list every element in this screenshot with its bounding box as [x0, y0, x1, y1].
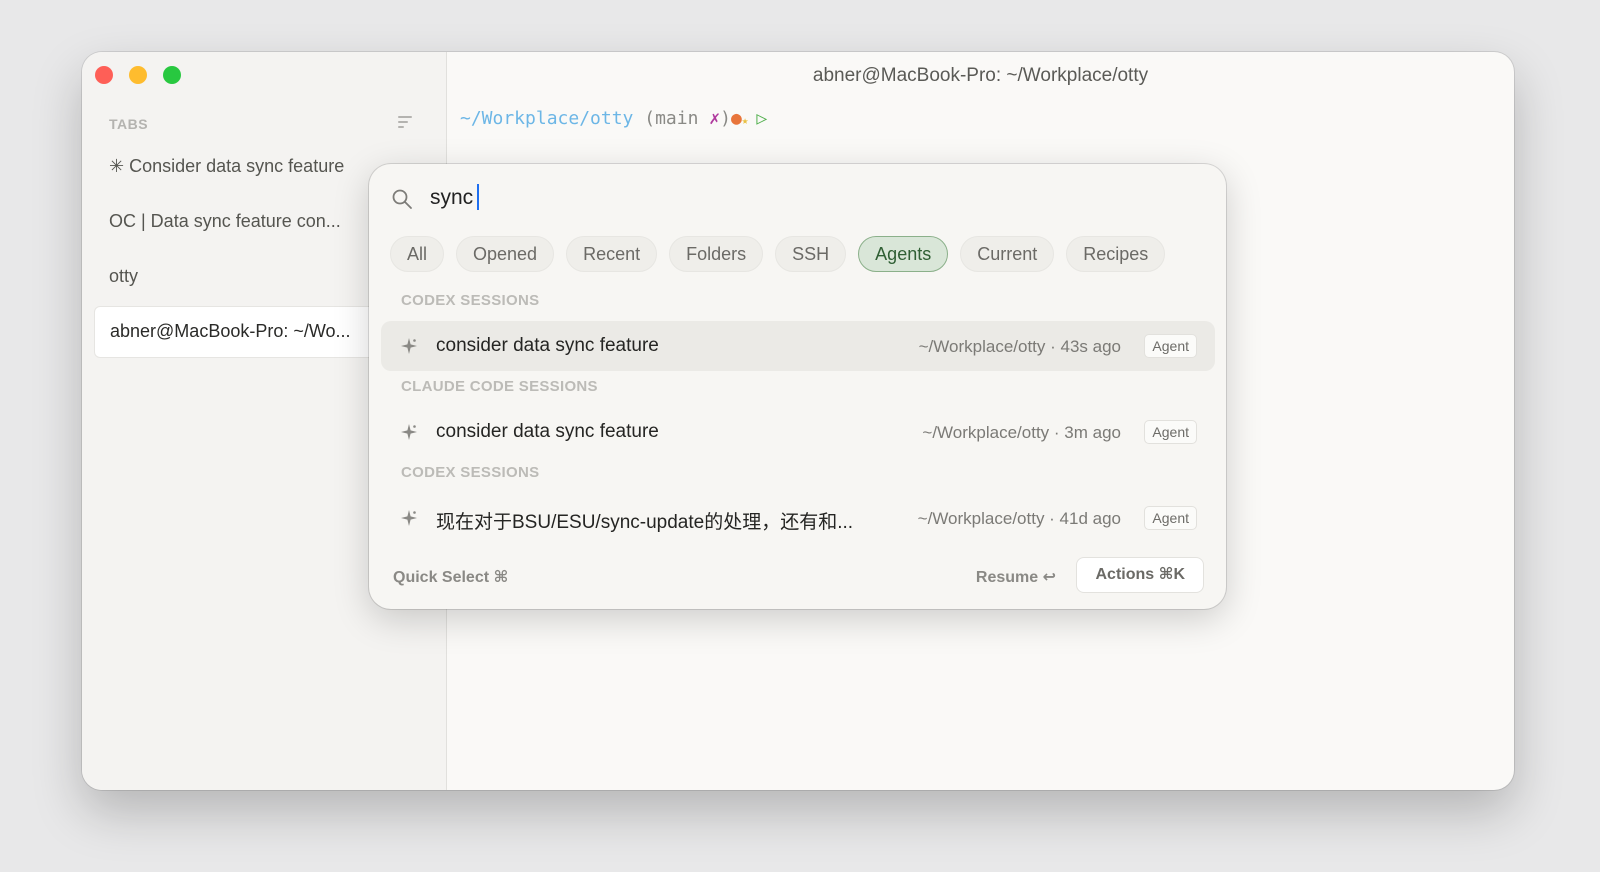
search-icon	[392, 189, 412, 209]
zoom-window-button[interactable]	[163, 66, 181, 84]
filter-chip-recipes[interactable]: Recipes	[1066, 236, 1166, 272]
agent-badge: Agent	[1144, 420, 1197, 444]
session-meta: ~/Workplace/otty · 3m ago	[922, 423, 1121, 442]
resume-button[interactable]: Resume ↩	[976, 567, 1056, 587]
filter-chip-current[interactable]: Current	[960, 236, 1055, 272]
section-label-claude-code: CLAUDE CODE SESSIONS	[401, 378, 598, 395]
prompt-path: ~/Workplace/otty	[460, 108, 634, 129]
session-title: consider data sync feature	[436, 335, 659, 356]
minimize-window-button[interactable]	[129, 66, 147, 84]
prompt-status-dot: ●	[730, 108, 742, 129]
search-input[interactable]	[430, 182, 830, 214]
command-palette: All Opened Recent Folders SSH Agents Cur…	[369, 164, 1226, 609]
sidebar-tab-active-label: abner@MacBook-Pro: ~/Wo...	[110, 321, 351, 341]
session-title: consider data sync feature	[436, 421, 659, 442]
actions-button[interactable]: Actions ⌘K	[1076, 557, 1204, 593]
prompt-branch-close: )	[720, 108, 731, 129]
sparkle-icon	[401, 510, 417, 526]
sparkle-icon	[401, 424, 417, 440]
quick-select-hint: Quick Select ⌘	[393, 569, 509, 586]
session-row[interactable]: consider data sync feature ~/Workplace/o…	[381, 407, 1215, 457]
agent-badge: Agent	[1144, 334, 1197, 358]
filter-chip-recent[interactable]: Recent	[566, 236, 658, 272]
section-label-codex: CODEX SESSIONS	[401, 464, 540, 481]
section-label-codex: CODEX SESSIONS	[401, 292, 540, 309]
filter-chip-ssh[interactable]: SSH	[775, 236, 847, 272]
text-caret	[477, 184, 479, 210]
prompt-star-icon: ★	[741, 114, 749, 127]
filter-chip-folders[interactable]: Folders	[669, 236, 764, 272]
prompt-branch-open: (main	[633, 108, 710, 129]
window-title: abner@MacBook-Pro: ~/Workplace/otty	[812, 65, 1149, 86]
close-window-button[interactable]	[95, 66, 113, 84]
session-meta: ~/Workplace/otty · 41d ago	[917, 509, 1121, 528]
list-filter-icon[interactable]	[398, 116, 412, 128]
filter-chip-all[interactable]: All	[390, 236, 445, 272]
session-row[interactable]: consider data sync feature ~/Workplace/o…	[381, 321, 1215, 371]
prompt-arrow-icon: ▷	[756, 108, 768, 129]
sparkle-icon	[401, 338, 417, 354]
prompt-dirty-mark: ✗	[709, 108, 721, 129]
filter-chip-agents[interactable]: Agents	[858, 236, 949, 272]
shell-prompt: ~/Workplace/otty (main ✗)●★ ▷	[460, 108, 767, 129]
session-title: 现在对于BSU/ESU/sync-update的处理，还有和...	[436, 512, 854, 533]
session-row[interactable]: 现在对于BSU/ESU/sync-update的处理，还有和... ~/Work…	[381, 493, 1215, 543]
session-meta: ~/Workplace/otty · 43s ago	[918, 337, 1121, 356]
tabs-header: TABS	[109, 116, 149, 132]
agent-badge: Agent	[1144, 506, 1197, 530]
filter-chips: All Opened Recent Folders SSH Agents Cur…	[390, 236, 1166, 272]
filter-chip-opened[interactable]: Opened	[456, 236, 555, 272]
